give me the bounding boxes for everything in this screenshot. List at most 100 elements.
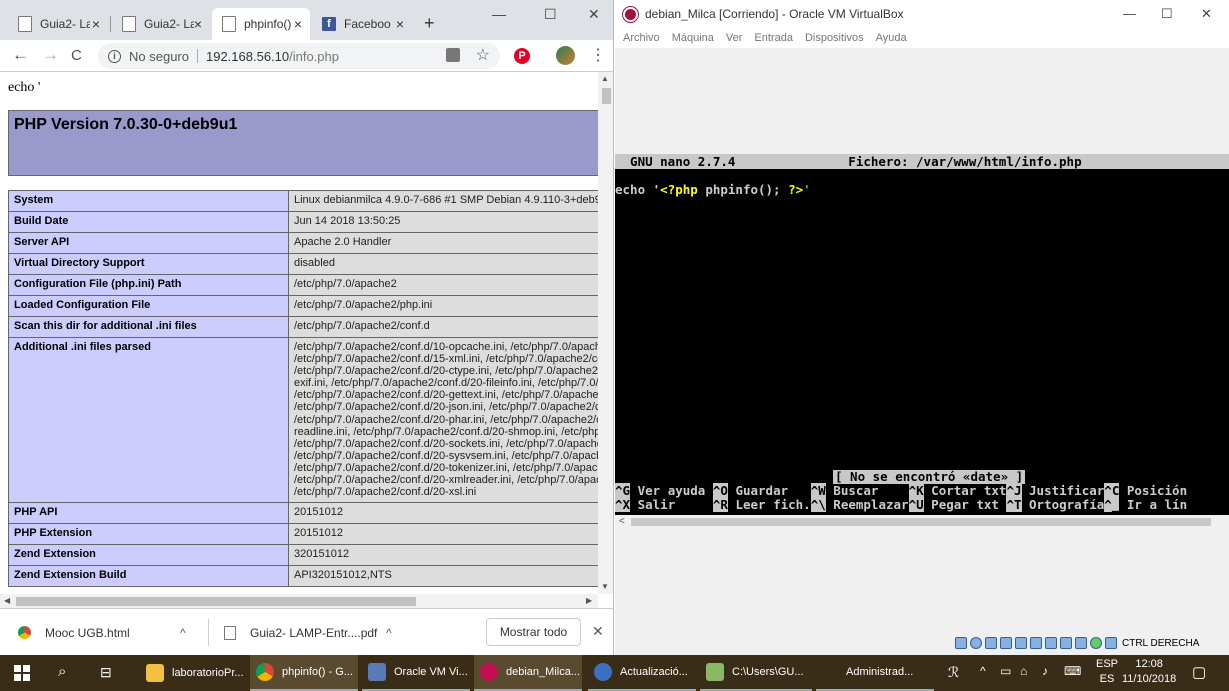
vertical-scroll-thumb[interactable] [602,88,611,104]
scroll-left-icon[interactable]: < [619,516,625,527]
shared-folder-icon[interactable] [1030,637,1042,649]
taskbar-item-chrome[interactable]: phpinfo() - G... [250,655,358,691]
row-value-line: 320151012 [294,548,350,561]
star-icon[interactable]: ☆ [476,45,490,65]
new-tab-button[interactable]: + [424,13,435,34]
minimize-button[interactable]: — [1123,6,1136,21]
vbox-scroll-thumb[interactable] [631,518,1211,526]
minimize-button[interactable]: — [492,6,506,22]
menu-ayuda[interactable]: Ayuda [876,32,907,44]
scroll-left-icon[interactable]: ◀ [4,596,10,605]
pinterest-icon[interactable]: P [514,48,530,64]
display-icon[interactable] [1045,637,1057,649]
close-download-bar-icon[interactable]: ✕ [592,623,604,640]
shortcut-label: Salir [630,497,713,512]
audio-icon[interactable] [985,637,997,649]
row-value: 20151012 [288,523,598,546]
url-path: /info.php [289,48,339,64]
task-view-icon[interactable]: ⊟ [100,664,112,681]
row-key: Build Date [8,211,289,233]
menu-archivo[interactable]: Archivo [623,32,660,44]
scroll-right-icon[interactable]: ▶ [586,596,592,605]
row-key: Zend Extension [8,544,289,567]
scroll-up-icon[interactable]: ▲ [601,74,609,83]
battery-icon[interactable]: ▭ [1000,664,1011,678]
search-icon[interactable]: ⌕ [58,663,66,680]
keyboard-icon[interactable] [1105,637,1117,649]
download-item-mooc[interactable]: Mooc UGB.html ^ [18,609,198,655]
optical-icon[interactable] [970,637,982,649]
close-window-button[interactable]: ✕ [1201,6,1212,22]
taskbar-item-admin[interactable]: Administrad... [816,655,934,691]
maximize-button[interactable]: ☐ [544,6,557,23]
taskbar-item-vm[interactable]: debian_Milca... [474,655,582,691]
menu-icon[interactable]: ⋮ [590,45,606,65]
chevron-up-icon[interactable]: ^ [980,664,986,678]
tab-guia2-1[interactable]: Guia2- La × [8,8,108,40]
close-tab-icon[interactable]: × [294,16,302,32]
address-bar[interactable]: i No seguro 192.168.56.10 /info.php ☆ [98,43,500,69]
avatar-icon[interactable] [556,46,575,65]
row-key: Additional .ini files parsed [8,336,289,504]
vertical-scrollbar[interactable] [598,72,613,594]
table-row: Zend Extension 320151012 [8,544,598,567]
row-key: Scan this dir for additional .ini files [8,316,289,338]
network-icon[interactable]: ⌂ [1020,664,1027,678]
windows-start-icon[interactable] [14,665,30,681]
taskbar-item-update[interactable]: Actualizació... [588,655,696,691]
code-prefix: echo ' [615,182,661,197]
forward-button[interactable]: → [42,45,59,65]
taskbar-item-vbox-manager[interactable]: Oracle VM Vi... [362,655,470,691]
notifications-icon[interactable]: ▢ [1192,663,1206,681]
translate-icon[interactable] [446,48,460,62]
taskbar-item-folder[interactable]: laboratorioPr... [140,655,248,691]
cpu-icon[interactable] [1075,637,1087,649]
table-row: Zend Extension Build API320151012,NTS [8,565,598,588]
table-row: PHP Extension 20151012 [8,523,598,546]
network-icon[interactable] [1000,637,1012,649]
close-tab-icon[interactable]: × [396,16,404,32]
reload-button[interactable]: C [71,47,82,64]
row-value-line: /etc/php/7.0/apache2/conf.d/20-ctype.ini… [294,365,598,378]
chrome-icon [256,663,274,681]
back-button[interactable]: ← [12,45,29,65]
menu-ver[interactable]: Ver [726,32,743,44]
horizontal-scroll-thumb[interactable] [16,597,416,606]
maximize-button[interactable]: ☐ [1161,6,1173,22]
show-all-button[interactable]: Mostrar todo [486,618,581,646]
hdd-icon[interactable] [955,637,967,649]
taskbar-item-cmd[interactable]: C:\Users\GU... [700,655,812,691]
chevron-up-icon[interactable]: ^ [180,626,186,640]
tab-guia2-2[interactable]: Guia2- La × [112,8,210,40]
menu-entrada[interactable]: Entrada [754,32,793,44]
row-key: Virtual Directory Support [8,253,289,275]
row-value: /etc/php/7.0/apache2/conf.d/10-opcache.i… [288,336,598,504]
vm-screen[interactable]: GNU nano 2.7.4 Fichero: /var/www/html/in… [615,154,1229,515]
menu-maquina[interactable]: Máquina [672,32,714,44]
url-host: 192.168.56.10 [205,48,290,64]
pdf-file-icon [224,625,236,640]
mouse-icon[interactable] [1090,637,1102,649]
tab-facebook[interactable]: f Faceboo × [312,8,412,40]
language-indicator[interactable]: ESP ES [1096,657,1118,687]
info-icon[interactable]: i [108,49,121,63]
recording-icon[interactable] [1060,637,1072,649]
clock-date: 11/10/2018 [1122,673,1177,685]
scroll-down-icon[interactable]: ▼ [601,582,609,591]
volume-icon[interactable]: ♪ [1042,664,1048,678]
close-tab-icon[interactable]: × [194,16,202,32]
menu-dispositivos[interactable]: Dispositivos [805,32,864,44]
row-value-line: 20151012 [294,506,343,519]
people-icon[interactable]: ℛ [948,664,959,681]
download-item-guia2[interactable]: Guia2- LAMP-Entr....pdf ^ [224,609,404,655]
usb-icon[interactable] [1015,637,1027,649]
close-window-button[interactable]: ✕ [588,6,600,23]
keyboard-icon[interactable]: ⌨ [1064,664,1081,678]
shortcut-label: Ir a lín [1119,497,1188,512]
system-clock[interactable]: 12:08 11/10/2018 [1122,657,1176,687]
tab-phpinfo[interactable]: phpinfo() × [212,8,310,40]
close-tab-icon[interactable]: × [92,16,100,32]
shortcut-key: ^W [810,483,826,498]
chevron-up-icon[interactable]: ^ [386,626,392,640]
row-value-line: Linux debianmilca 4.9.0-7-686 #1 SMP Deb… [294,194,598,206]
